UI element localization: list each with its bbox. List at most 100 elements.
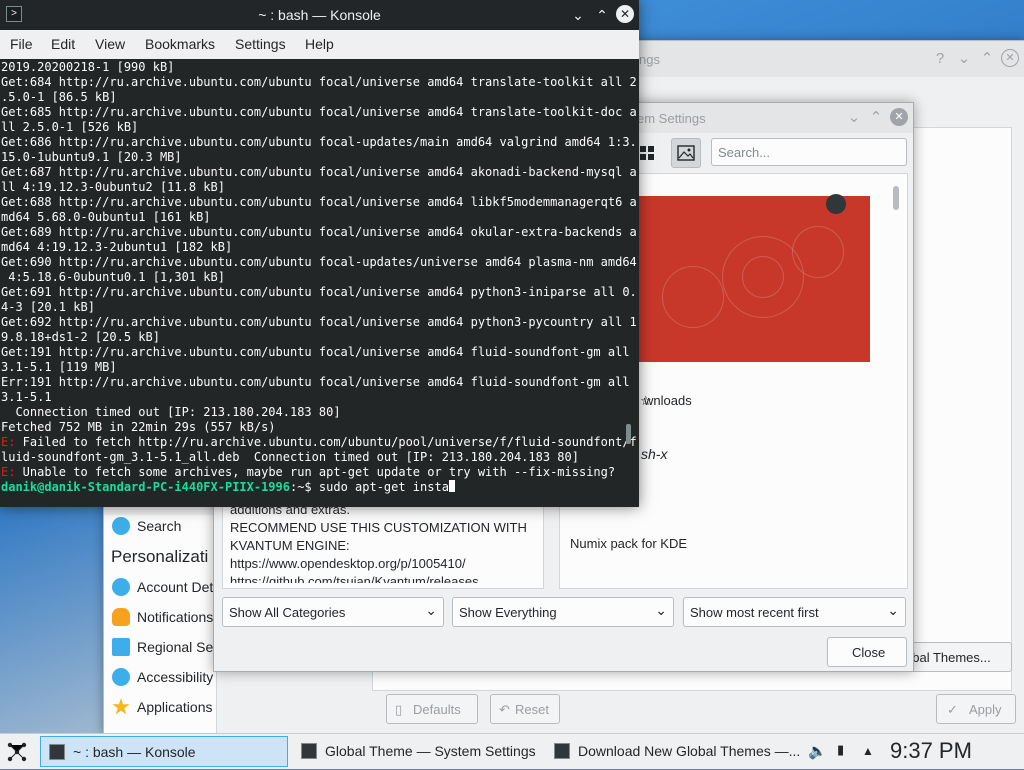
themes-list-scrollbar[interactable] <box>893 186 899 210</box>
minimize-icon[interactable]: ⌄ <box>844 108 864 128</box>
speech-bubble-icon <box>112 638 130 656</box>
preview-view-icon[interactable] <box>671 138 701 168</box>
terminal-line-text: 9.8.18+ds1-2 [20.5 kB] <box>1 330 160 344</box>
downloads-count: wnloads <box>644 393 692 408</box>
konsole-titlebar[interactable]: > ~ : bash — Konsole ⌄ ⌃ ✕ <box>0 0 639 30</box>
menu-edit[interactable]: Edit <box>51 36 75 52</box>
terminal-line: Get:685 http://ru.archive.ubuntu.com/ubu… <box>1 105 637 120</box>
sort-order-select[interactable]: Show most recent first ⌄ <box>683 597 906 627</box>
terminal-line: .5.0-1 [86.5 kB] <box>1 90 117 105</box>
menu-file[interactable]: File <box>10 36 33 52</box>
task-download-themes[interactable]: Download New Global Themes —... <box>546 736 800 767</box>
close-button[interactable]: Close <box>827 637 907 667</box>
menu-settings[interactable]: Settings <box>235 36 286 52</box>
check-icon: ✓ <box>947 702 958 717</box>
terminal-line-text: Failed to fetch http://ru.archive.ubuntu… <box>15 435 637 449</box>
terminal-prompt: danik@danik-Standard-PC-i440FX-PIIX-1996 <box>1 480 290 494</box>
menu-help[interactable]: Help <box>305 36 334 52</box>
chevron-down-icon: ⌄ <box>655 602 667 618</box>
chevron-down-icon: ⌄ <box>425 602 437 618</box>
terminal-line: Err:191 http://ru.archive.ubuntu.com/ubu… <box>1 375 630 390</box>
terminal-line-text: 15.0-1ubuntu9.1 [20.3 MB] <box>1 150 182 164</box>
prompt-suffix: :~$ <box>289 480 319 494</box>
terminal-line-text: ll 4:19.12.3-0ubuntu2 [11.8 kB] <box>1 180 225 194</box>
status-filter-select[interactable]: Show Everything ⌄ <box>452 597 674 627</box>
terminal-line-text: 4:5.18.6-0ubuntu0.1 [1,301 kB] <box>1 270 225 284</box>
terminal-line-text: Connection timed out [IP: 213.180.204.18… <box>1 405 341 419</box>
theme-preview-image[interactable] <box>602 194 870 362</box>
terminal-prompt-line[interactable]: danik@danik-Standard-PC-i440FX-PIIX-1996… <box>1 480 455 495</box>
terminal-line: Get:690 http://ru.archive.ubuntu.com/ubu… <box>1 255 637 270</box>
terminal-line-text: Get:690 http://ru.archive.ubuntu.com/ubu… <box>1 255 637 269</box>
close-icon[interactable]: ✕ <box>616 5 634 23</box>
defaults-button[interactable]: ▯ Defaults <box>386 694 478 724</box>
theme-name-partial[interactable]: sh-x <box>641 446 667 462</box>
kvantum-link[interactable]: https://github.com/tsujan/Kvantum/releas… <box>230 573 530 583</box>
chevron-down-icon: ⌄ <box>887 602 899 618</box>
system-settings-title: ngs <box>639 52 660 67</box>
personalization-heading: Personalizati <box>111 547 209 566</box>
maximize-icon[interactable]: ⌃ <box>592 5 612 25</box>
terminal-line: Get:692 http://ru.archive.ubuntu.com/ubu… <box>1 315 637 330</box>
terminal-line: Get:687 http://ru.archive.ubuntu.com/ubu… <box>1 165 637 180</box>
menu-bookmarks[interactable]: Bookmarks <box>145 36 215 52</box>
bell-icon <box>112 608 130 626</box>
terminal-line-text: 3.1-5.1 <box>1 390 52 404</box>
theme-description: additions and extras. RECOMMEND USE THIS… <box>230 501 530 583</box>
terminal-line: 15.0-1ubuntu9.1 [20.3 MB] <box>1 150 182 165</box>
terminal-scrollbar[interactable] <box>626 424 631 444</box>
terminal-line-text: .5.0-1 [86.5 kB] <box>1 90 117 104</box>
reset-button[interactable]: ↶ Reset <box>490 694 560 724</box>
terminal-line: Get:691 http://ru.archive.ubuntu.com/ubu… <box>1 285 637 300</box>
search-icon <box>112 517 130 535</box>
terminal-line-text: 4-3 [20.1 kB] <box>1 300 95 314</box>
menu-view[interactable]: View <box>95 36 125 52</box>
terminal-line-text: Get:689 http://ru.archive.ubuntu.com/ubu… <box>1 225 637 239</box>
defaults-icon: ▯ <box>395 702 403 717</box>
help-icon[interactable]: ? <box>930 49 950 69</box>
maximize-icon[interactable]: ⌃ <box>977 49 997 69</box>
error-prefix: E: <box>1 435 16 449</box>
reset-icon: ↶ <box>499 702 510 717</box>
close-icon[interactable]: ✕ <box>890 108 908 126</box>
volume-muted-icon[interactable]: 🔈 <box>808 742 827 760</box>
terminal-line: ll 4:19.12.3-0ubuntu2 [11.8 kB] <box>1 180 225 195</box>
task-konsole[interactable]: ~ : bash — Konsole <box>40 736 288 767</box>
konsole-window: > ~ : bash — Konsole ⌄ ⌃ ✕ File Edit Vie… <box>0 0 639 507</box>
get-global-themes-button[interactable]: obal Themes... <box>900 642 1012 672</box>
terminal-line-text: Err:191 http://ru.archive.ubuntu.com/ubu… <box>1 375 630 389</box>
text-cursor <box>448 480 455 492</box>
theme-item-title[interactable]: Numix pack for KDE <box>570 536 687 551</box>
terminal-line-text: Get:692 http://ru.archive.ubuntu.com/ubu… <box>1 315 637 329</box>
apply-button[interactable]: ✓ Apply <box>936 694 1016 724</box>
battery-icon[interactable]: ▮ <box>837 742 844 758</box>
terminal-line-text: Get:688 http://ru.archive.ubuntu.com/ubu… <box>1 195 637 209</box>
clock-icon <box>826 194 846 214</box>
application-launcher-icon[interactable] <box>4 739 30 765</box>
error-prefix: E: <box>1 465 16 479</box>
settings-window-icon <box>301 743 317 759</box>
minimize-icon[interactable]: ⌄ <box>954 49 974 69</box>
terminal-line-text: Unable to fetch some archives, maybe run… <box>15 465 616 479</box>
themes-search-input[interactable]: Search... <box>711 138 907 166</box>
terminal-line: 4-3 [20.1 kB] <box>1 300 95 315</box>
tray-expand-icon[interactable]: ▲ <box>862 744 874 758</box>
terminal-icon <box>49 744 65 760</box>
categories-filter-select[interactable]: Show All Categories ⌄ <box>222 597 444 627</box>
terminal-line: Get:684 http://ru.archive.ubuntu.com/ubu… <box>1 75 637 90</box>
terminal-line: ll 2.5.0-1 [526 kB] <box>1 120 138 135</box>
task-system-settings[interactable]: Global Theme — System Settings <box>293 736 541 767</box>
terminal-line: md64 5.68.0-0ubuntu1 [161 kB] <box>1 210 211 225</box>
terminal-line-text: Get:685 http://ru.archive.ubuntu.com/ubu… <box>1 105 637 119</box>
maximize-icon[interactable]: ⌃ <box>866 108 886 128</box>
account-icon <box>112 578 130 596</box>
close-icon[interactable]: ✕ <box>1001 49 1019 67</box>
clock[interactable]: 9:37 PM <box>890 738 972 764</box>
terminal-line: Get:688 http://ru.archive.ubuntu.com/ubu… <box>1 195 637 210</box>
minimize-icon[interactable]: ⌄ <box>568 5 588 25</box>
terminal-output[interactable]: 2019.20200218-1 [990 kB] Get:684 http://r… <box>0 59 639 507</box>
terminal-line: 9.8.18+ds1-2 [20.5 kB] <box>1 330 160 345</box>
terminal-line: E: Failed to fetch http://ru.archive.ubu… <box>1 435 637 450</box>
sidebar-item-applications[interactable]: Applications <box>104 694 304 720</box>
opendesktop-link[interactable]: https://www.opendesktop.org/p/1005410/ <box>230 555 530 573</box>
